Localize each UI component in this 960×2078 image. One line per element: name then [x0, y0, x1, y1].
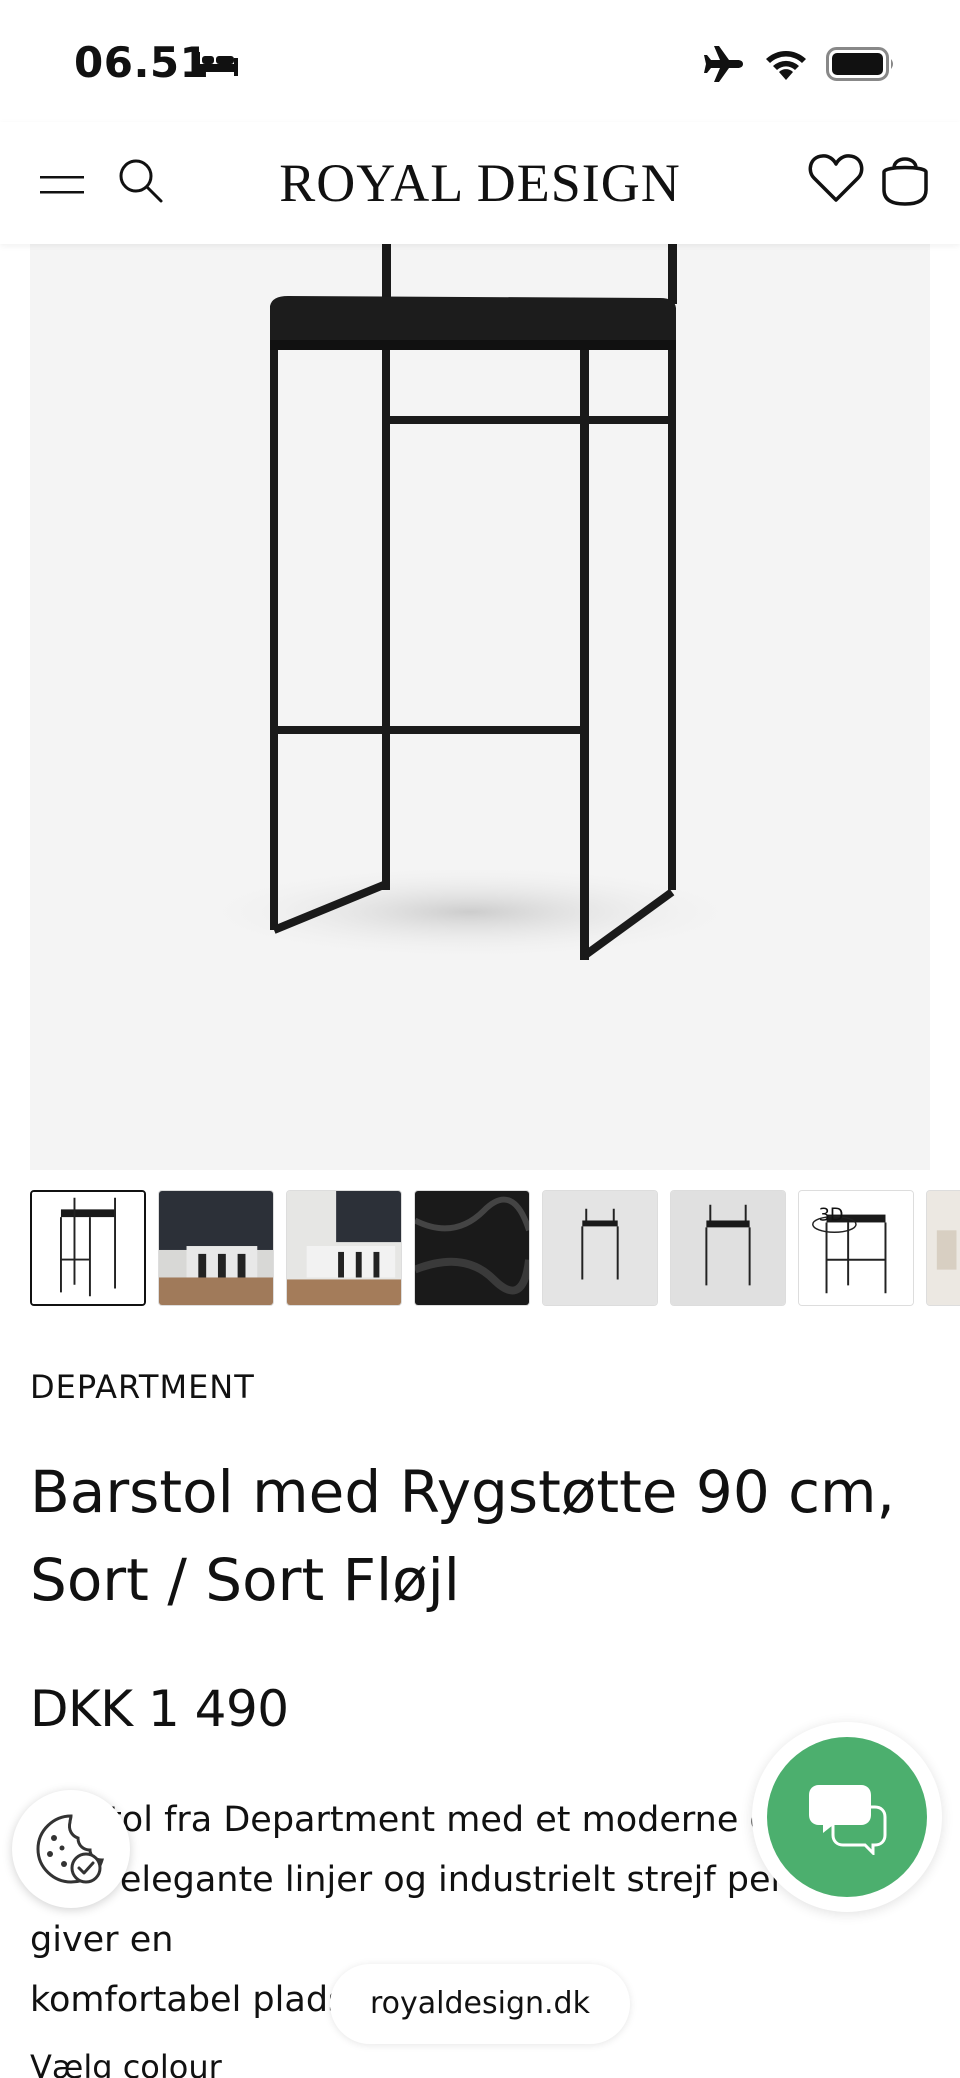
status-time: 06.51: [74, 38, 210, 87]
barstool-illustration: [190, 244, 750, 960]
bag-icon[interactable]: [880, 148, 930, 206]
thumbnail-4[interactable]: [414, 1190, 530, 1306]
browser-url-pill[interactable]: royaldesign.dk: [330, 1964, 630, 2044]
battery-icon: [826, 47, 893, 81]
chat-widget[interactable]: [752, 1722, 942, 1912]
thumbnail-5[interactable]: [542, 1190, 658, 1306]
badge-3d: 3D: [819, 1205, 844, 1225]
thumbnail-3[interactable]: [286, 1190, 402, 1306]
heart-icon[interactable]: [808, 152, 864, 204]
status-bar: 06.51: [0, 0, 960, 122]
thumbnail-8[interactable]: [926, 1190, 960, 1306]
chat-button[interactable]: [767, 1737, 927, 1897]
bed-icon: [196, 52, 238, 76]
product-price: DKK 1 490: [30, 1680, 289, 1738]
thumbnail-2[interactable]: [158, 1190, 274, 1306]
airplane-icon: [704, 46, 743, 82]
cookie-icon: [36, 1814, 104, 1884]
product-title: Barstol med Rygstøtte 90 cm, Sort / Sort…: [30, 1458, 895, 1614]
thumbnail-strip: 3D: [30, 1190, 960, 1308]
thumbnail-1[interactable]: [30, 1190, 146, 1306]
thumbnail-6[interactable]: [670, 1190, 786, 1306]
choose-colour-label: Vælg colour: [30, 2048, 222, 2078]
product-main-image[interactable]: [30, 244, 930, 1170]
chat-bubbles-icon: [809, 1785, 887, 1855]
cookie-settings-button[interactable]: [12, 1790, 130, 1908]
site-header: ROYAL DESIGN: [0, 122, 960, 244]
wifi-icon: [766, 51, 806, 80]
product-brand[interactable]: DEPARTMENT: [30, 1368, 255, 1406]
thumbnail-7-3d[interactable]: 3D: [798, 1190, 914, 1306]
